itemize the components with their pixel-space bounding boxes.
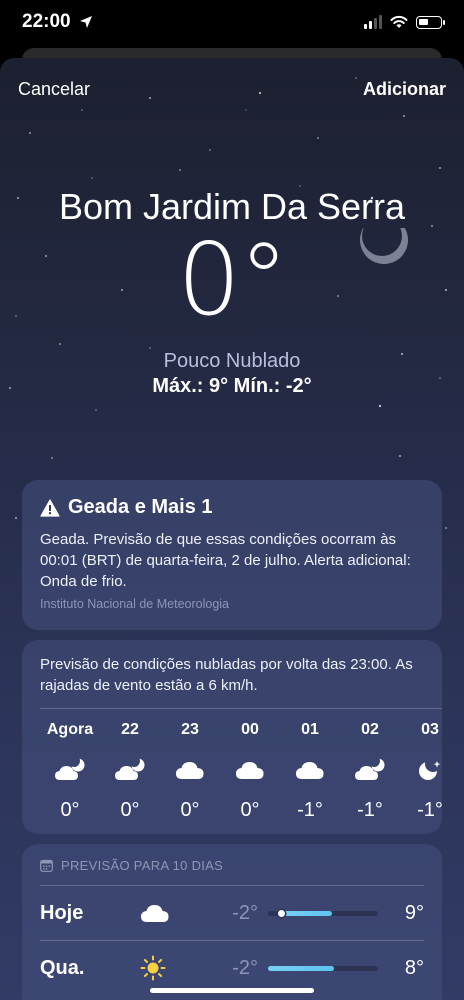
alert-title: Geada e Mais 1 xyxy=(68,496,213,518)
hour-temperature: 0° xyxy=(240,799,260,821)
alert-description: Geada. Previsão de que essas condições o… xyxy=(40,531,411,590)
home-indicator[interactable] xyxy=(150,988,314,993)
hour-label: 02 xyxy=(361,721,379,738)
cloud-moon-icon xyxy=(54,753,86,787)
day-high-temperature: 8° xyxy=(404,956,424,979)
location-arrow-icon xyxy=(79,16,92,28)
daily-row[interactable]: Qua. -2° 8° xyxy=(40,940,424,995)
warning-triangle-icon xyxy=(40,498,60,517)
current-condition: Pouco Nublado xyxy=(163,350,301,372)
wifi-icon xyxy=(390,15,408,28)
hour-temperature: -1° xyxy=(297,799,323,821)
current-temperature-dot xyxy=(278,909,286,917)
sun-icon xyxy=(140,955,206,981)
hour-temperature: -1° xyxy=(417,799,442,821)
hour-temperature: -1° xyxy=(357,799,383,821)
calendar-icon xyxy=(40,859,53,872)
hourly-scroller[interactable]: Agora 0° 22 0° 23 0° 00 0° 01 -1° 02 -1° 03 -1° xyxy=(40,721,442,822)
hourly-item: 01 -1° xyxy=(280,721,340,822)
cellular-signal-icon xyxy=(364,15,382,29)
current-weather: Bom Jardim Da Serra 0° Pouco Nublado Máx… xyxy=(0,186,464,398)
hourly-item: 03 -1° xyxy=(400,721,442,822)
hourly-item: 23 0° xyxy=(160,721,220,822)
alert-title-row: Geada e Mais 1 xyxy=(40,496,424,519)
cloud-icon xyxy=(140,902,206,924)
day-name: Hoje xyxy=(40,901,84,924)
alert-source: Instituto Nacional de Meteorologia xyxy=(40,597,230,611)
hourly-item: 02 -1° xyxy=(340,721,400,822)
day-high-temperature: 9° xyxy=(404,901,424,924)
hour-temperature: 0° xyxy=(120,799,140,821)
hourly-forecast-card: Previsão de condições nubladas por volta… xyxy=(22,640,442,834)
divider xyxy=(40,708,442,709)
hourly-item: Agora 0° xyxy=(40,721,100,822)
temperature-range-fill xyxy=(268,965,334,971)
daily-list: Hoje -2° 9° Qua. -2° 8° xyxy=(40,885,424,995)
daily-forecast-title: PREVISÃO PARA 10 DIAS xyxy=(61,858,224,873)
hour-label: 01 xyxy=(301,721,319,738)
high-low-temperature: Máx.: 9° Mín.: -2° xyxy=(152,375,312,397)
daily-forecast-header: PREVISÃO PARA 10 DIAS xyxy=(40,858,424,873)
cloud-moon-icon xyxy=(114,753,146,787)
hour-label: 00 xyxy=(241,721,259,738)
hour-label: 23 xyxy=(181,721,199,738)
daily-forecast-card: PREVISÃO PARA 10 DIAS Hoje -2° 9° Qua. -2° 8° xyxy=(22,844,442,1000)
current-temperature: 0° xyxy=(177,221,289,338)
status-bar: 22:00 xyxy=(0,0,464,44)
cloud-moon-icon xyxy=(354,753,386,787)
add-location-sheet: Cancelar Adicionar Bom Jardim Da Serra 0… xyxy=(0,58,464,1000)
sheet-nav-bar: Cancelar Adicionar xyxy=(0,58,464,120)
day-low-temperature: -2° xyxy=(232,956,258,979)
hourly-item: 22 0° xyxy=(100,721,160,822)
day-low-temperature: -2° xyxy=(232,901,258,924)
hour-temperature: 0° xyxy=(60,799,80,821)
hour-temperature: 0° xyxy=(180,799,200,821)
weather-alert-card[interactable]: Geada e Mais 1 Geada. Previsão de que es… xyxy=(22,480,442,630)
moon-stars-icon xyxy=(417,753,442,787)
temperature-range-bar xyxy=(268,909,378,917)
hour-label: Agora xyxy=(46,721,94,738)
cloud-icon xyxy=(295,753,325,787)
temperature-range-fill xyxy=(281,910,332,916)
cancel-button[interactable]: Cancelar xyxy=(18,79,90,100)
hourly-item: 00 0° xyxy=(220,721,280,822)
cloud-icon xyxy=(235,753,265,787)
status-time: 22:00 xyxy=(22,11,71,32)
cloud-icon xyxy=(175,753,205,787)
hourly-summary: Previsão de condições nubladas por volta… xyxy=(40,656,413,694)
temperature-range-bar xyxy=(268,965,378,971)
daily-row[interactable]: Hoje -2° 9° xyxy=(40,885,424,940)
hour-label: 22 xyxy=(121,721,139,738)
day-name: Qua. xyxy=(40,956,85,979)
battery-icon xyxy=(416,15,445,29)
hour-label: 03 xyxy=(421,721,439,738)
add-button[interactable]: Adicionar xyxy=(363,79,446,100)
